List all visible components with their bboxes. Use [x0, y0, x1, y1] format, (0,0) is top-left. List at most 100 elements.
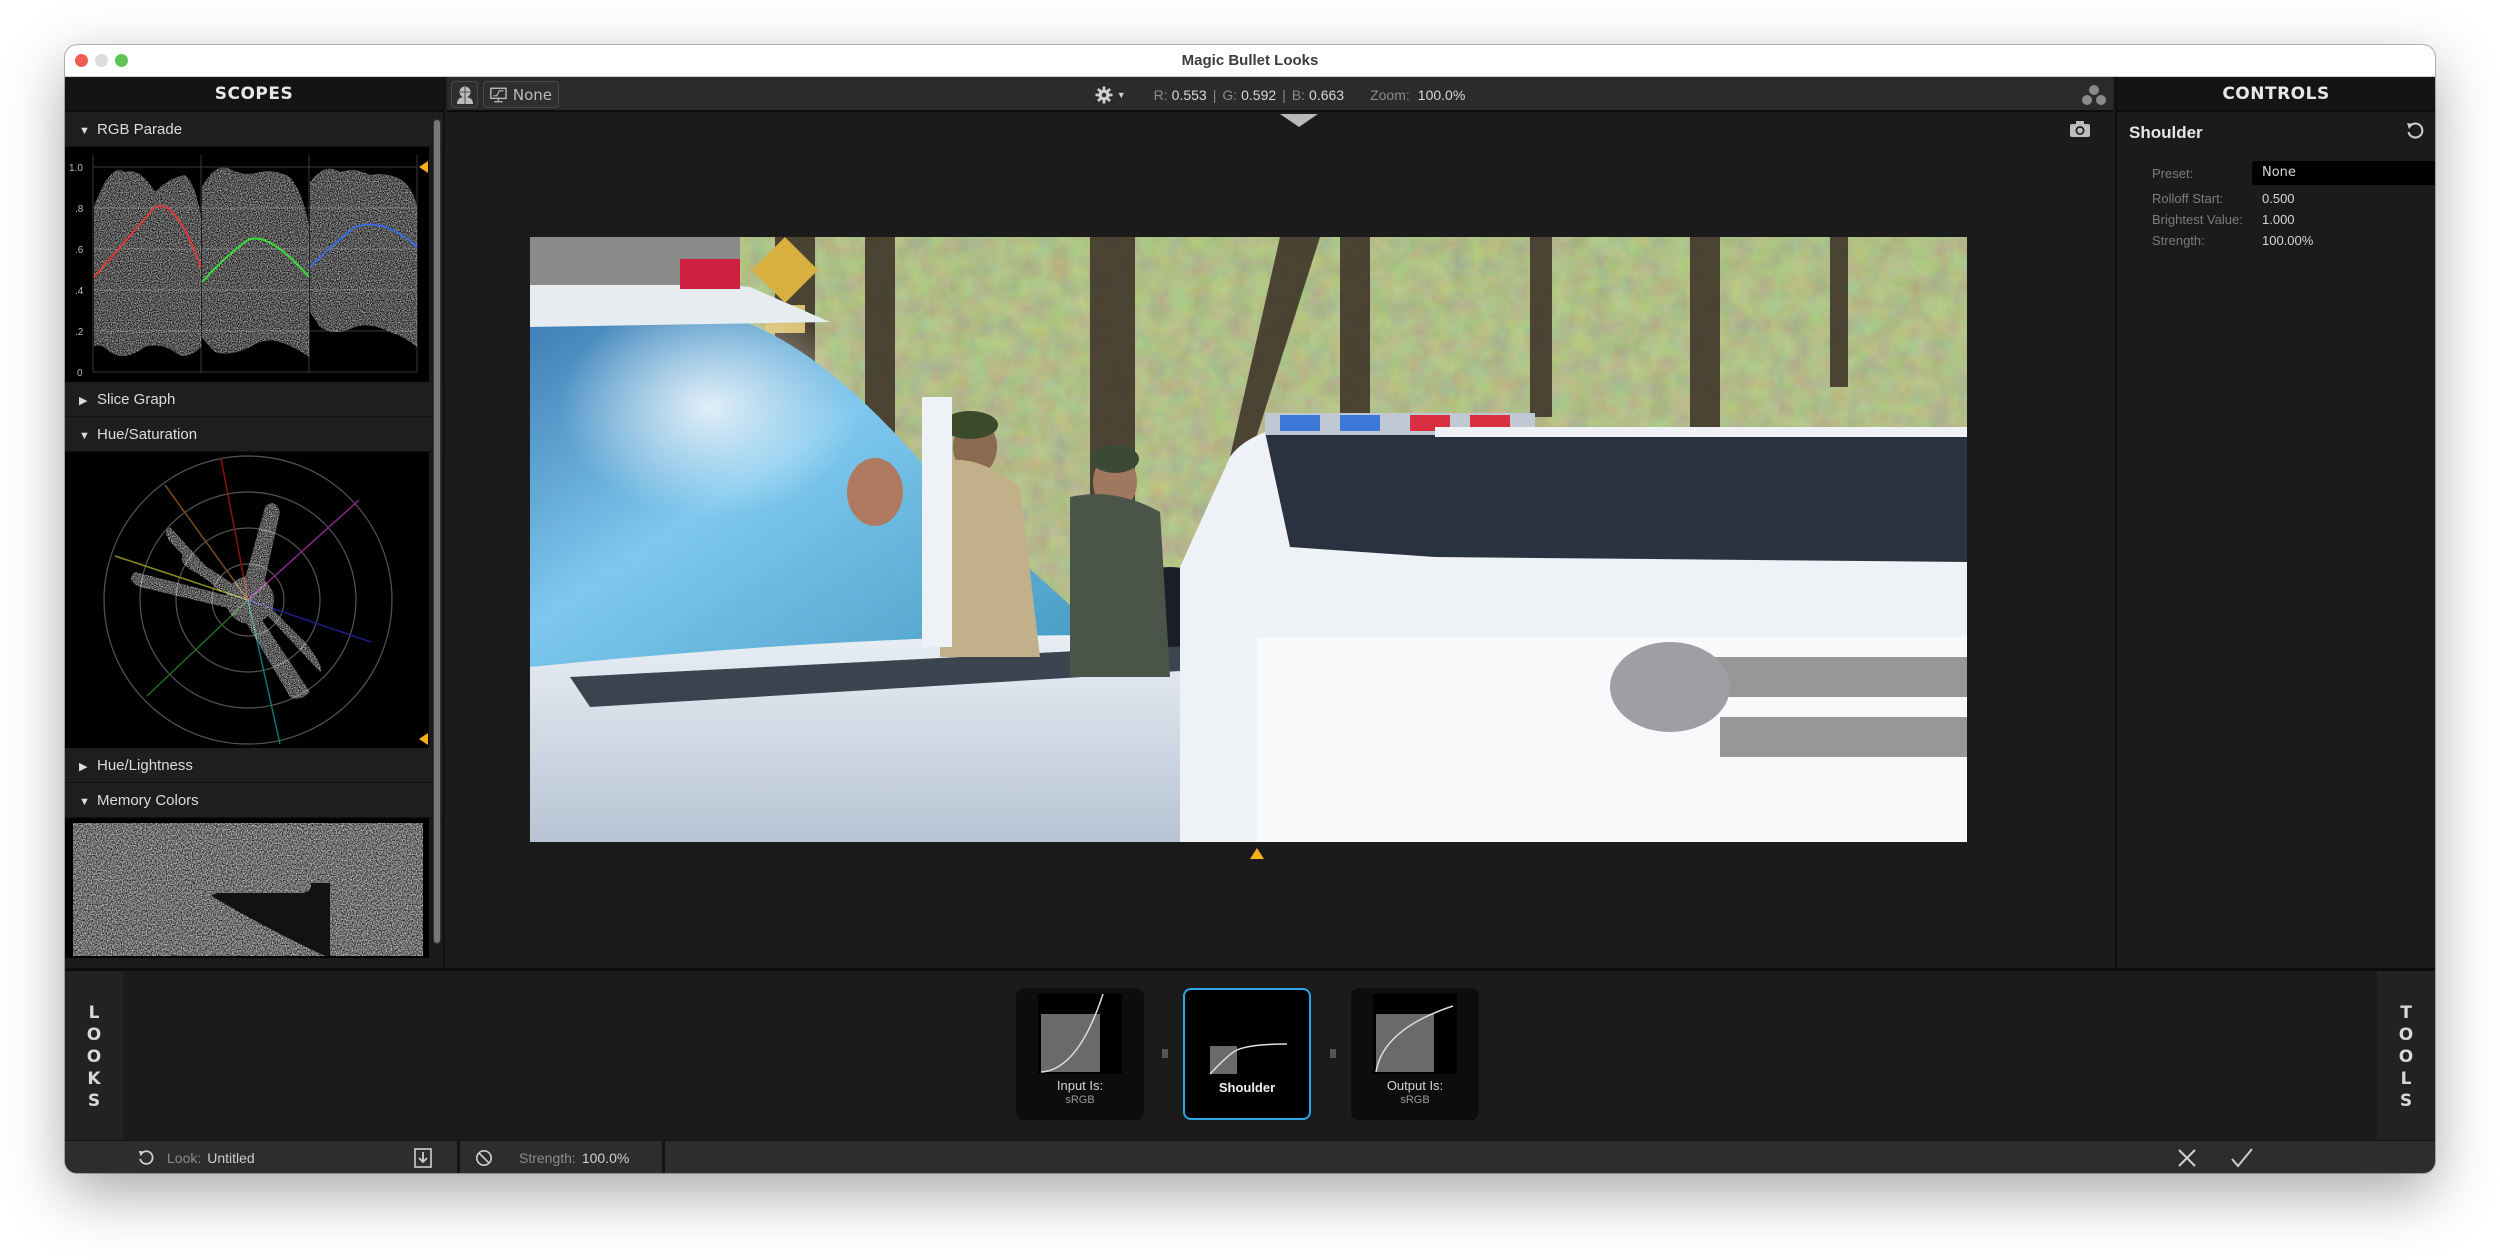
- hue-saturation-graph: [103, 455, 393, 745]
- chain-connector: [1162, 1049, 1168, 1058]
- reset-tool-button[interactable]: [2405, 121, 2425, 145]
- zoom-label: Zoom:: [1370, 86, 1410, 103]
- parade-blue-channel: [310, 168, 417, 347]
- status-bar: Look: Untitled Strength: 100.0%: [65, 1140, 2435, 1173]
- zoom-value[interactable]: 100.0%: [1418, 87, 1465, 103]
- tool-node-input[interactable]: Input Is: sRGB: [1016, 988, 1144, 1120]
- r-label: R:: [1153, 86, 1168, 103]
- scope-hue-saturation-toggle[interactable]: ▼ Hue/Saturation: [65, 417, 443, 452]
- apply-button[interactable]: [2230, 1141, 2254, 1173]
- look-strength: Strength: 100.0%: [519, 1141, 629, 1173]
- scope-label: Hue/Saturation: [97, 426, 198, 443]
- preset-label: Preset:: [2152, 166, 2194, 181]
- tools-tab[interactable]: T O O L S: [2377, 971, 2435, 1143]
- scope-memory-colors: ▼ Memory Colors: [65, 783, 443, 958]
- param-value-strength[interactable]: 100.00%: [2262, 233, 2313, 248]
- tab-letter: S: [2399, 1091, 2413, 1111]
- scope-label: Slice Graph: [97, 391, 176, 408]
- tool-node-sublabel: sRGB: [1065, 1094, 1095, 1106]
- rgb-parade-graph: 1.0 .8 .6 .4 .2 0: [69, 155, 418, 379]
- strength-value[interactable]: 100.0%: [582, 1150, 629, 1166]
- window-title: Magic Bullet Looks: [1181, 52, 1319, 69]
- expanded-triangle-icon: ▼: [79, 796, 90, 808]
- scope-hue-saturation: ▼ Hue/Saturation: [65, 417, 443, 748]
- scopes-scrollbar[interactable]: [433, 119, 441, 944]
- title-bar: Magic Bullet Looks: [65, 45, 2435, 77]
- tab-letter: L: [2400, 1069, 2412, 1089]
- controls-header: CONTROLS: [2117, 77, 2435, 112]
- compare-handle-top[interactable]: [1280, 114, 1318, 127]
- parade-green-channel: [202, 167, 309, 357]
- looks-tab[interactable]: L O O K S: [65, 971, 123, 1143]
- checkmark-icon: [2231, 1147, 2253, 1168]
- hue-sat-level-marker[interactable]: [419, 733, 428, 745]
- expanded-triangle-icon: ▼: [79, 125, 90, 137]
- readout-separator: |: [1212, 86, 1217, 103]
- scope-memory-colors-toggle[interactable]: ▼ Memory Colors: [65, 783, 443, 818]
- scope-label: Memory Colors: [97, 792, 199, 809]
- g-value: 0.592: [1241, 86, 1277, 103]
- look-value[interactable]: Untitled: [207, 1150, 254, 1166]
- three-dots-cluster-icon: [2082, 85, 2106, 105]
- close-x-icon: [2178, 1148, 2196, 1167]
- tool-name: Shoulder: [2129, 123, 2203, 142]
- snapshot-button[interactable]: [2069, 120, 2091, 142]
- input-curve-icon: [1038, 994, 1122, 1074]
- camera-icon: [2070, 121, 2090, 137]
- compare-handle-bottom[interactable]: [1250, 848, 1264, 859]
- preview-image[interactable]: [530, 237, 1967, 842]
- preset-dropdown[interactable]: None: [2252, 161, 2435, 185]
- image-viewer[interactable]: [447, 114, 2113, 968]
- collapsed-triangle-icon: ▶: [79, 761, 88, 773]
- tool-node-label: Input Is:: [1056, 1078, 1104, 1093]
- tool-node-label: Shoulder: [1218, 1080, 1276, 1095]
- status-divider: [457, 1141, 460, 1173]
- tool-node-label: Output Is:: [1386, 1078, 1444, 1093]
- memory-colors-scope: [65, 818, 429, 958]
- tool-node-output[interactable]: Output Is: sRGB: [1351, 988, 1479, 1120]
- tool-chain-strip: L O O K S Input Is: sRGB Shoulder Output…: [65, 968, 2435, 1143]
- scopes-panel: SCOPES ▼ RGB Parade 1.0 .8 .6 .4 .2 0 ▶ …: [65, 77, 445, 968]
- parade-level-marker[interactable]: [419, 161, 428, 173]
- parade-tick-label: 1.0: [69, 163, 83, 174]
- scope-rgb-parade: ▼ RGB Parade 1.0 .8 .6 .4 .2 0: [65, 112, 443, 382]
- tab-letter: O: [2398, 1025, 2414, 1045]
- parade-tick-label: 0: [77, 368, 83, 379]
- rgb-parade-scope: 1.0 .8 .6 .4 .2 0: [65, 147, 429, 382]
- scope-hue-lightness-toggle[interactable]: ▶ Hue/Lightness: [65, 748, 443, 783]
- tab-letter: T: [2400, 1003, 2412, 1023]
- settings-menu-button[interactable]: ▼: [1095, 85, 1126, 104]
- tab-letter: O: [86, 1025, 102, 1045]
- strength-label: Strength:: [519, 1149, 576, 1166]
- reset-look-button[interactable]: [137, 1141, 155, 1173]
- parade-red-channel: [94, 170, 201, 356]
- reset-icon: [138, 1149, 154, 1165]
- param-value-brightest-value[interactable]: 1.000: [2262, 212, 2295, 227]
- param-value-rolloff-start[interactable]: 0.500: [2262, 191, 2295, 206]
- scope-slice-graph-toggle[interactable]: ▶ Slice Graph: [65, 382, 443, 417]
- tab-letter: O: [86, 1047, 102, 1067]
- preset-value: None: [2262, 165, 2296, 180]
- hue-sat-distribution: [131, 503, 321, 699]
- parade-tick-label: .4: [75, 286, 84, 297]
- tool-node-shoulder[interactable]: Shoulder: [1183, 988, 1311, 1120]
- chain-connector: [1330, 1049, 1336, 1058]
- bypass-button[interactable]: [475, 1141, 493, 1173]
- parade-tick-label: .8: [75, 204, 84, 215]
- scope-hue-lightness: ▶ Hue/Lightness: [65, 748, 443, 783]
- g-label: G:: [1222, 86, 1238, 103]
- pixel-readout: ▼ R: 0.553 | G: 0.592 | B: 0.663 Zoom: 1…: [447, 77, 2113, 112]
- shoulder-curve-icon: [1207, 996, 1291, 1076]
- scope-slice-graph: ▶ Slice Graph: [65, 382, 443, 417]
- tab-letter: L: [88, 1003, 100, 1023]
- app-window: Magic Bullet Looks SCOPES ▼ RGB Parade 1…: [65, 45, 2435, 1173]
- bypass-icon: [475, 1149, 493, 1166]
- save-look-button[interactable]: [413, 1141, 433, 1173]
- scopes-header: SCOPES: [65, 77, 443, 112]
- scope-rgb-parade-toggle[interactable]: ▼ RGB Parade: [65, 112, 443, 147]
- looks-browser-button[interactable]: [2079, 83, 2109, 111]
- cancel-button[interactable]: [2176, 1141, 2198, 1173]
- b-value: 0.663: [1309, 86, 1345, 103]
- viewer-toolbar: None ▼ R: 0.553 | G: 0.592 | B: 0.663 Zo…: [447, 77, 2113, 112]
- status-divider: [662, 1141, 665, 1173]
